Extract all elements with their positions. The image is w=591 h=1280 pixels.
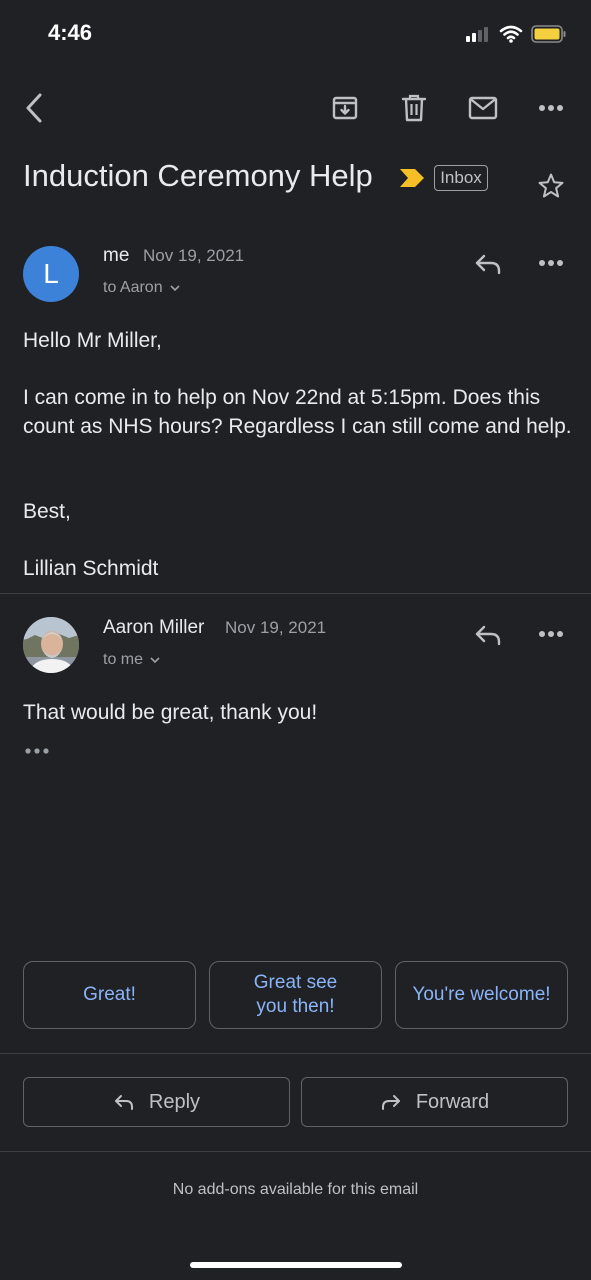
message-greeting: Hello Mr Miller, <box>23 329 162 352</box>
smart-reply-chip[interactable]: Great! <box>23 961 196 1029</box>
trash-icon <box>401 94 427 122</box>
reply-icon <box>475 625 501 646</box>
sender-avatar-photo[interactable] <box>23 617 79 673</box>
forward-label: Forward <box>415 1090 490 1113</box>
message-more-button[interactable] <box>532 250 570 276</box>
mail-icon <box>468 96 498 120</box>
more-horiz-icon <box>539 631 563 637</box>
profile-photo <box>23 617 79 673</box>
reply-label: Reply <box>148 1090 201 1113</box>
forward-button[interactable]: Forward <box>301 1077 568 1127</box>
back-button[interactable] <box>14 88 54 128</box>
battery-icon <box>531 25 566 43</box>
more-horiz-icon <box>539 260 563 266</box>
sender-name: me <box>103 245 130 266</box>
sender-name: Aaron Miller <box>103 617 205 638</box>
addons-note: No add-ons available for this email <box>172 1181 419 1198</box>
reply-icon <box>114 1095 133 1110</box>
star-outline-icon <box>538 173 564 198</box>
reply-button[interactable]: Reply <box>23 1077 290 1127</box>
chevron-down-icon <box>170 285 180 292</box>
message-divider <box>0 593 591 594</box>
signal-icon <box>466 27 488 42</box>
delete-button[interactable] <box>395 89 433 127</box>
email-subject: Induction Ceremony Help <box>23 158 373 193</box>
status-time: 4:46 <box>48 20 93 45</box>
more-options-button[interactable] <box>532 94 570 122</box>
forward-icon <box>381 1095 400 1110</box>
reply-icon <box>475 254 501 275</box>
message-date: Nov 19, 2021 <box>225 618 327 637</box>
message-body: That would be great, thank you! <box>23 701 318 724</box>
chevron-left-icon <box>26 93 42 123</box>
recipient-label: to Aaron <box>103 279 163 296</box>
recipient-details-toggle[interactable]: to Aaron <box>103 279 181 297</box>
status-indicators <box>465 24 567 44</box>
smart-reply-chip[interactable]: Great see you then! <box>209 961 382 1029</box>
message-date: Nov 19, 2021 <box>143 246 245 265</box>
mark-unread-button[interactable] <box>464 89 502 127</box>
reply-icon-button[interactable] <box>470 620 506 650</box>
more-horiz-icon <box>539 105 563 111</box>
message-more-button[interactable] <box>532 621 570 647</box>
reply-icon-button[interactable] <box>470 249 506 279</box>
show-trimmed-content-button[interactable] <box>22 742 52 760</box>
smart-reply-chip[interactable]: You're welcome! <box>395 961 568 1029</box>
wifi-icon <box>499 25 523 43</box>
footer-divider <box>0 1151 591 1152</box>
chevron-down-icon <box>150 657 160 664</box>
archive-icon <box>332 96 358 120</box>
home-indicator[interactable] <box>190 1262 402 1268</box>
actions-divider <box>0 1053 591 1054</box>
importance-marker-icon[interactable] <box>398 167 426 189</box>
inbox-label[interactable]: Inbox <box>434 165 488 191</box>
archive-button[interactable] <box>326 89 364 127</box>
message-signature: Lillian Schmidt <box>23 557 159 580</box>
ellipsis-icon <box>25 748 49 754</box>
recipient-label: to me <box>103 651 144 668</box>
message-closing: Best, <box>23 500 71 523</box>
sender-avatar[interactable]: L <box>23 246 79 302</box>
message-paragraph: I can come in to help on Nov 22nd at 5:1… <box>23 386 572 438</box>
star-button[interactable] <box>534 170 568 202</box>
recipient-details-toggle[interactable]: to me <box>103 651 161 669</box>
